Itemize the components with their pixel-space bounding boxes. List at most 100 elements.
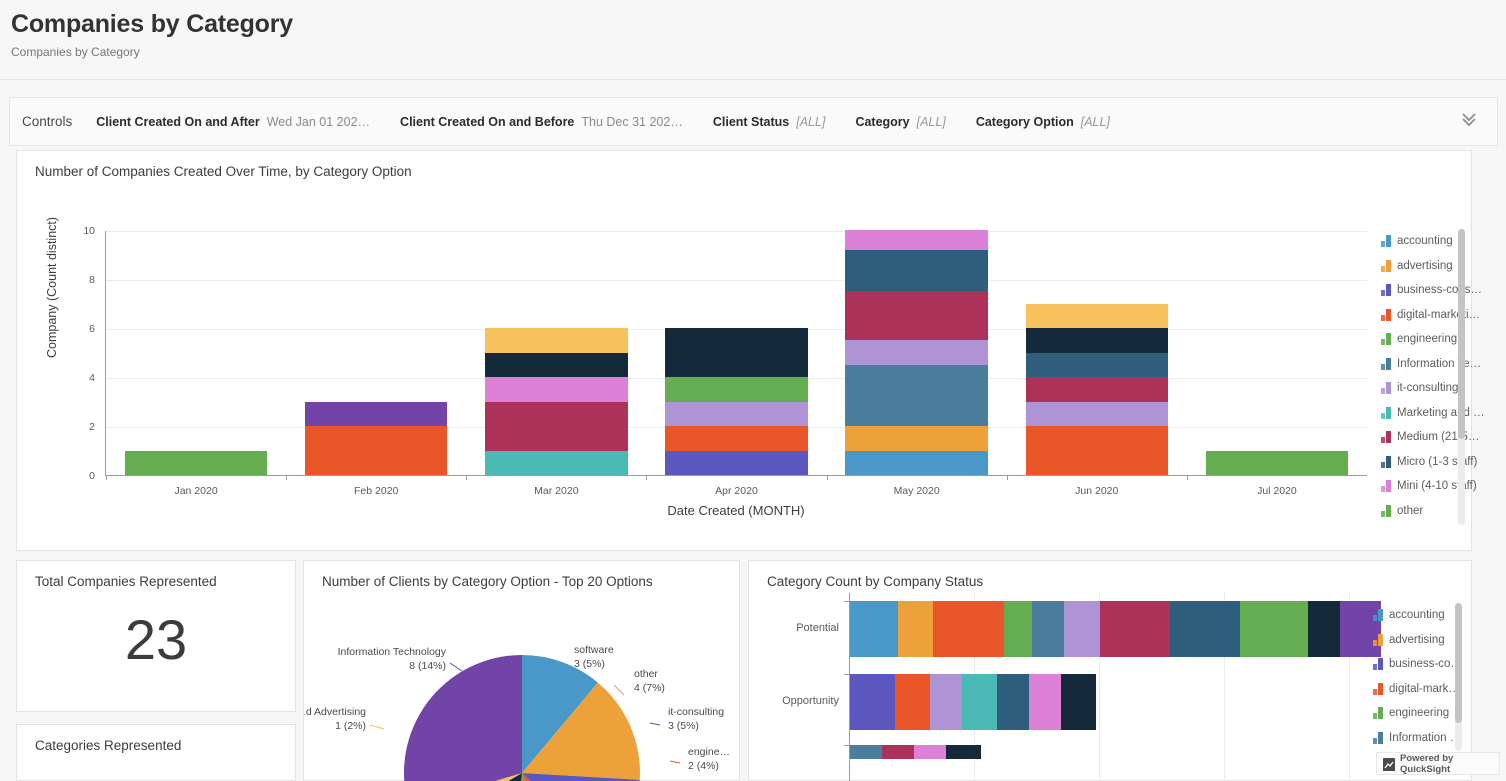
status-bar-segment[interactable]: [894, 674, 930, 730]
pie-slice[interactable]: [404, 655, 522, 781]
status-bar-segment[interactable]: [850, 745, 882, 759]
bar-segment[interactable]: [665, 401, 808, 426]
status-bar-segment[interactable]: [1064, 601, 1100, 657]
main-legend-item[interactable]: it-consulting: [1381, 376, 1493, 401]
status-bar-segment[interactable]: [1240, 601, 1308, 657]
main-legend-item[interactable]: Information Te…: [1381, 352, 1493, 377]
bar-segment[interactable]: [1025, 426, 1168, 475]
status-bar-segment[interactable]: [898, 601, 934, 657]
bar-segment[interactable]: [665, 328, 808, 377]
bar-segment[interactable]: [485, 352, 628, 377]
bar-segment[interactable]: [124, 450, 268, 475]
status-bar-segment[interactable]: [1099, 601, 1170, 657]
status-legend-item[interactable]: accounting: [1373, 603, 1485, 628]
control-filter-0[interactable]: Client Created On and After Wed Jan 01 20…: [96, 115, 370, 129]
status-row-label: Opportunity: [782, 695, 839, 707]
control-filter-value: Wed Jan 01 202…: [266, 114, 371, 129]
bar-segment[interactable]: [1025, 401, 1168, 426]
status-bar-segment[interactable]: [914, 745, 946, 759]
main-legend-item[interactable]: Marketing and …: [1381, 401, 1493, 426]
main-legend-item[interactable]: digital-marketi…: [1381, 303, 1493, 328]
svg-text:3 (5%): 3 (5%): [574, 658, 605, 670]
bar-segment[interactable]: [845, 426, 988, 451]
main-legend-item[interactable]: engineering: [1381, 327, 1493, 352]
main-legend-item[interactable]: accounting: [1381, 229, 1493, 254]
status-bar-segment[interactable]: [1169, 601, 1241, 657]
bar-segment[interactable]: [845, 291, 988, 341]
chevron-double-down-icon[interactable]: [1455, 105, 1483, 138]
status-legend-scrollbar-thumb[interactable]: [1455, 603, 1462, 723]
status-bar-segment[interactable]: [1032, 601, 1065, 657]
stacked-bar[interactable]: [845, 230, 988, 475]
status-legend-item[interactable]: business-co…: [1373, 652, 1485, 677]
status-stacked-bar[interactable]: [850, 745, 982, 759]
stacked-bar[interactable]: [1205, 450, 1349, 475]
main-legend-item[interactable]: other: [1381, 499, 1493, 524]
status-bar-segment[interactable]: [1061, 674, 1097, 730]
bar-segment[interactable]: [1025, 328, 1168, 353]
legend-scrollbar-thumb[interactable]: [1458, 229, 1465, 439]
main-legend-item[interactable]: business-cons…: [1381, 278, 1493, 303]
x-tickmark: [1186, 475, 1188, 480]
status-stacked-bar[interactable]: [850, 674, 1097, 730]
bar-group: Jan 2020: [106, 231, 286, 497]
status-legend-scrollbar[interactable]: [1455, 603, 1462, 751]
status-bar-segment[interactable]: [1029, 674, 1062, 730]
status-bar-segment[interactable]: [997, 674, 1030, 730]
control-filter-3[interactable]: Category [ALL]: [855, 115, 945, 129]
pie-chart-body: software 3 (5%) other 4 (7%) it-consulting 3 …: [295, 595, 741, 781]
bar-segment[interactable]: [845, 340, 988, 365]
control-filter-4[interactable]: Category Option [ALL]: [976, 115, 1110, 129]
bar-segment[interactable]: [485, 377, 628, 402]
bar-segment[interactable]: [1025, 377, 1168, 402]
legend-swatch-icon: [1381, 333, 1392, 346]
bar-group: Feb 2020: [286, 231, 466, 497]
status-stacked-bar[interactable]: [850, 601, 1382, 657]
quicksight-badge: Powered by QuickSight: [1376, 752, 1500, 775]
status-bar-segment[interactable]: [882, 745, 914, 759]
main-legend-item[interactable]: Micro (1-3 staff): [1381, 450, 1493, 475]
bar-segment[interactable]: [845, 450, 988, 475]
control-filter-1[interactable]: Client Created On and Before Thu Dec 31 2…: [400, 115, 683, 129]
status-bar-segment[interactable]: [929, 674, 962, 730]
bar-segment[interactable]: [845, 230, 988, 250]
status-legend-item[interactable]: Information …: [1373, 726, 1485, 751]
stacked-bar[interactable]: [1025, 303, 1168, 475]
bar-segment[interactable]: [1025, 303, 1168, 328]
stacked-bar[interactable]: [485, 328, 628, 475]
bar-segment[interactable]: [665, 426, 808, 451]
main-legend-item[interactable]: Mini (4-10 staff): [1381, 474, 1493, 499]
bar-segment[interactable]: [305, 401, 448, 426]
status-bar-segment[interactable]: [946, 745, 982, 759]
control-filter-2[interactable]: Client Status [ALL]: [713, 115, 826, 129]
status-legend-item[interactable]: advertising: [1373, 628, 1485, 653]
bar-segment[interactable]: [485, 328, 628, 353]
stacked-bar[interactable]: [665, 328, 808, 475]
bar-segment[interactable]: [1205, 450, 1349, 475]
status-bar-segment[interactable]: [961, 674, 998, 730]
stacked-bar[interactable]: [124, 450, 268, 475]
bar-segment[interactable]: [665, 450, 808, 475]
status-chart-title: Category Count by Company Status: [767, 574, 984, 589]
main-legend-item[interactable]: Small (11-20 st…: [1381, 523, 1493, 529]
bar-segment[interactable]: [485, 401, 628, 451]
status-bar-segment[interactable]: [1307, 601, 1340, 657]
bar-segment[interactable]: [485, 450, 628, 475]
main-legend-item[interactable]: Medium (21-5…: [1381, 425, 1493, 450]
status-bar-segment[interactable]: [850, 601, 898, 657]
bar-segment[interactable]: [845, 364, 988, 426]
main-legend-item[interactable]: advertising: [1381, 254, 1493, 279]
bar-segment[interactable]: [305, 426, 448, 475]
bar-segment[interactable]: [845, 249, 988, 292]
bar-segment[interactable]: [1025, 352, 1168, 377]
bar-segment[interactable]: [665, 377, 808, 402]
status-legend-item[interactable]: engineering: [1373, 701, 1485, 726]
stacked-bar[interactable]: [305, 401, 448, 475]
status-bar-segment[interactable]: [1003, 601, 1033, 657]
status-bar-segment[interactable]: [850, 674, 895, 730]
control-filter-value: Thu Dec 31 202…: [581, 114, 683, 129]
status-legend-item[interactable]: digital-mark…: [1373, 677, 1485, 702]
x-tick-label: Jan 2020: [174, 485, 218, 497]
status-bar-segment[interactable]: [933, 601, 1004, 657]
legend-scrollbar[interactable]: [1458, 229, 1465, 525]
